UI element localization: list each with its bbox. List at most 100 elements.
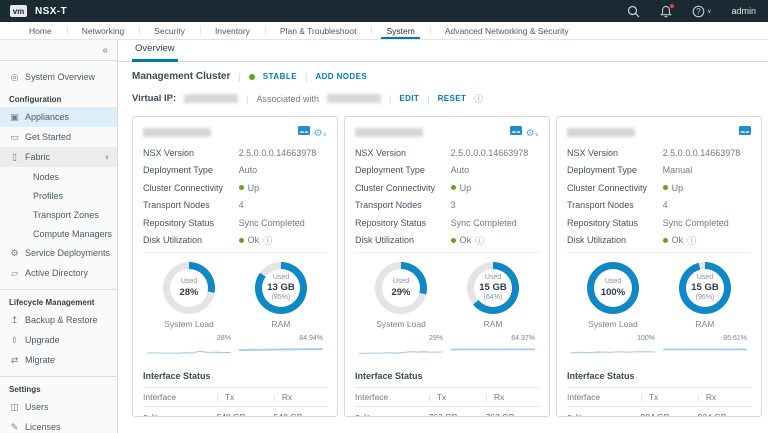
sidebar-section-lifecycle: Lifecycle Management bbox=[0, 290, 117, 310]
system-load-value: 100% bbox=[601, 287, 625, 298]
redacted-virtual-ip bbox=[184, 94, 238, 103]
donut-used-label: Used bbox=[601, 278, 625, 286]
help-caret-icon: ∨ bbox=[707, 8, 711, 15]
redacted-associated-node bbox=[327, 94, 381, 103]
nav-tab-system[interactable]: System bbox=[371, 22, 429, 39]
interface-table: Interface |Tx |Rx lo 924 GB 924 GB eth0 … bbox=[567, 387, 751, 417]
ram-sparkline: 64.37% bbox=[447, 335, 539, 361]
vmware-logo[interactable]: vm bbox=[10, 5, 27, 17]
divider: | bbox=[427, 94, 429, 104]
trend-sparklines: 100% 95.61% bbox=[567, 335, 751, 361]
system-load-trend-label: 28% bbox=[147, 335, 231, 342]
info-icon[interactable]: ⓘ bbox=[263, 234, 272, 247]
appliance-card-header: ⚙∨ bbox=[143, 124, 327, 140]
field-value: Sync Completed bbox=[451, 218, 517, 228]
sidebar-item-compute-managers[interactable]: Compute Managers bbox=[0, 224, 117, 243]
sidebar-collapse-icon[interactable]: « bbox=[102, 45, 108, 56]
sidebar-item-get-started[interactable]: ▭ Get Started bbox=[0, 127, 117, 147]
tab-overview[interactable]: Overview bbox=[132, 43, 178, 62]
interface-up-dot bbox=[143, 415, 148, 418]
table-row: lo 548 GB 548 GB bbox=[143, 407, 327, 418]
sidebar-item-migrate[interactable]: ⇄ Migrate bbox=[0, 350, 117, 370]
field-value: Auto bbox=[451, 165, 470, 175]
help-icon[interactable]: ? ∨ bbox=[692, 5, 711, 18]
usage-charts: Used 29% System Load Used 15 GB (64%) RA… bbox=[355, 252, 539, 329]
field-disk-utilization: Disk Utilization Okⓘ bbox=[355, 232, 539, 250]
sidebar-item-users[interactable]: ◫ Users bbox=[0, 397, 117, 417]
ram-value: 15 GB bbox=[479, 282, 506, 293]
nav-tab-plan-troubleshoot[interactable]: Plan & Troubleshoot bbox=[265, 22, 372, 39]
nav-tab-inventory[interactable]: Inventory bbox=[200, 22, 265, 39]
interface-tx: 548 GB bbox=[217, 407, 274, 418]
console-icon[interactable] bbox=[298, 123, 310, 141]
sidebar-item-fabric[interactable]: ▯ Fabric ∨ bbox=[0, 147, 117, 167]
col-header-rx: Rx bbox=[706, 392, 716, 402]
notifications-bell-icon[interactable] bbox=[660, 5, 672, 18]
trend-sparklines: 28% 84.94% bbox=[143, 335, 327, 361]
info-icon[interactable]: ⓘ bbox=[687, 234, 696, 247]
donut-used-label: Used bbox=[479, 274, 506, 282]
interface-table-header: Interface |Tx |Rx bbox=[355, 388, 539, 407]
field-repository-status: Repository Status Sync Completed bbox=[143, 214, 327, 232]
ram-sparkline: 84.94% bbox=[235, 335, 327, 361]
sidebar-item-appliances[interactable]: ▣ Appliances bbox=[0, 107, 117, 127]
sidebar-item-service-deployments[interactable]: ⚙ Service Deployments bbox=[0, 243, 117, 263]
field-value: Sync Completed bbox=[663, 218, 729, 228]
chevron-down-icon: ∨ bbox=[105, 154, 117, 161]
reset-button[interactable]: RESET bbox=[438, 94, 467, 103]
info-icon[interactable]: ⓘ bbox=[475, 234, 484, 247]
nav-tab-networking[interactable]: Networking bbox=[67, 22, 140, 39]
info-icon[interactable]: ⓘ bbox=[474, 92, 483, 105]
page-tabstrip: Overview bbox=[118, 40, 768, 62]
system-load-donut: Used 29% bbox=[375, 262, 427, 314]
field-label: NSX Version bbox=[143, 148, 239, 158]
field-value: Up bbox=[248, 183, 260, 193]
ram-trend-label: 95.61% bbox=[663, 335, 747, 342]
edit-button[interactable]: EDIT bbox=[399, 94, 419, 103]
sidebar-item-backup-restore[interactable]: ↥ Backup & Restore bbox=[0, 310, 117, 330]
management-cluster-title: Management Cluster bbox=[132, 71, 230, 82]
col-header-tx: Tx bbox=[437, 392, 446, 402]
gear-icon[interactable]: ⚙∨ bbox=[314, 123, 327, 141]
nav-tab-home[interactable]: Home bbox=[14, 22, 67, 39]
console-icon[interactable] bbox=[739, 123, 751, 141]
field-label: Disk Utilization bbox=[143, 235, 239, 245]
sidebar-item-licenses[interactable]: ✎ Licenses bbox=[0, 417, 117, 433]
field-deployment-type: Deployment Type Manual bbox=[567, 162, 751, 180]
divider: | bbox=[389, 94, 391, 104]
user-menu[interactable]: admin bbox=[731, 6, 756, 16]
associated-with-label: Associated with bbox=[257, 94, 320, 104]
usage-charts: Used 100% System Load Used 15 GB (96%) R… bbox=[567, 252, 751, 329]
console-icon[interactable] bbox=[510, 123, 522, 141]
add-nodes-button[interactable]: ADD NODES bbox=[315, 72, 367, 81]
ram-donut: Used 15 GB (64%) bbox=[467, 262, 519, 314]
sidebar-item-active-directory[interactable]: ▱ Active Directory bbox=[0, 263, 117, 283]
ram-caption: RAM bbox=[484, 319, 503, 329]
nav-tab-advanced-networking[interactable]: Advanced Networking & Security bbox=[430, 22, 584, 39]
sidebar-item-system-overview[interactable]: ◎ System Overview bbox=[0, 67, 117, 87]
field-repository-status: Repository Status Sync Completed bbox=[567, 214, 751, 232]
interface-table: Interface |Tx |Rx lo 548 GB 548 GB eth0 … bbox=[143, 387, 327, 417]
sidebar-item-profiles[interactable]: Profiles bbox=[0, 186, 117, 205]
gear-icon[interactable]: ⚙∨ bbox=[526, 123, 539, 141]
management-cluster-row: Management Cluster | STABLE | ADD NODES bbox=[132, 71, 762, 82]
col-header-tx: Tx bbox=[649, 392, 658, 402]
sidebar-section-settings: Settings bbox=[0, 377, 117, 397]
donut-used-label: Used bbox=[391, 278, 410, 286]
search-icon[interactable] bbox=[627, 5, 640, 18]
field-value: Up bbox=[460, 183, 472, 193]
sidebar-item-upgrade[interactable]: ⇧ Upgrade bbox=[0, 330, 117, 350]
donut-used-label: Used bbox=[179, 278, 198, 286]
divider: | bbox=[698, 392, 700, 402]
sidebar-item-transport-zones[interactable]: Transport Zones bbox=[0, 205, 117, 224]
interface-status-title: Interface Status bbox=[143, 368, 327, 387]
interface-name: lo bbox=[576, 412, 583, 417]
sidebar-item-nodes[interactable]: Nodes bbox=[0, 167, 117, 186]
ram-caption: RAM bbox=[696, 319, 715, 329]
nav-tab-security[interactable]: Security bbox=[139, 22, 200, 39]
field-value: 4 bbox=[239, 200, 244, 210]
ram-trend-label: 64.37% bbox=[451, 335, 535, 342]
sidebar-item-label: Users bbox=[25, 402, 49, 412]
interface-status-title: Interface Status bbox=[355, 368, 539, 387]
field-value: 2.5.0.0.0.14663978 bbox=[663, 148, 741, 158]
